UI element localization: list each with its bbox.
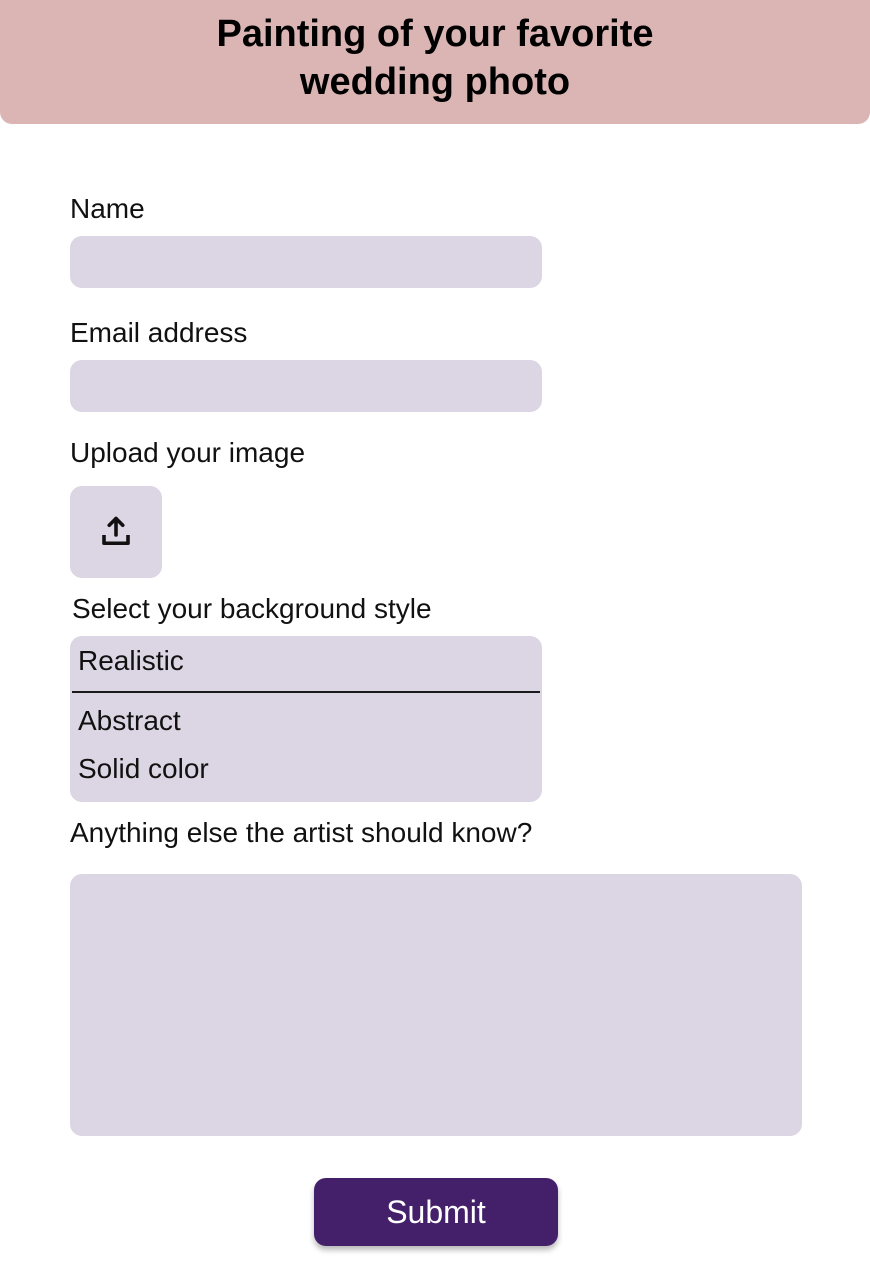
submit-button[interactable]: Submit bbox=[314, 1178, 558, 1246]
email-label: Email address bbox=[70, 317, 248, 348]
upload-icon bbox=[102, 516, 130, 546]
upload-image-button[interactable] bbox=[70, 486, 162, 578]
option-abstract[interactable]: Abstract bbox=[78, 704, 181, 738]
option-realistic[interactable]: Realistic bbox=[78, 644, 184, 678]
header-banner: Painting of your favorite wedding photo bbox=[0, 0, 870, 124]
page-title: Painting of your favorite wedding photo bbox=[216, 13, 654, 103]
upload-label: Upload your image bbox=[70, 437, 306, 468]
notes-label: Anything else the artist should know? bbox=[70, 817, 533, 848]
name-label: Name bbox=[70, 193, 145, 224]
email-input[interactable] bbox=[70, 360, 542, 412]
option-solid-color[interactable]: Solid color bbox=[78, 752, 209, 786]
notes-textarea[interactable] bbox=[70, 874, 802, 1136]
page: Painting of your favorite wedding photo … bbox=[0, 0, 870, 1285]
name-input[interactable] bbox=[70, 236, 542, 288]
background-style-label: Select your background style bbox=[72, 593, 432, 624]
background-style-listbox[interactable]: Realistic Abstract Solid color bbox=[70, 636, 542, 802]
selected-option-divider bbox=[72, 691, 540, 693]
